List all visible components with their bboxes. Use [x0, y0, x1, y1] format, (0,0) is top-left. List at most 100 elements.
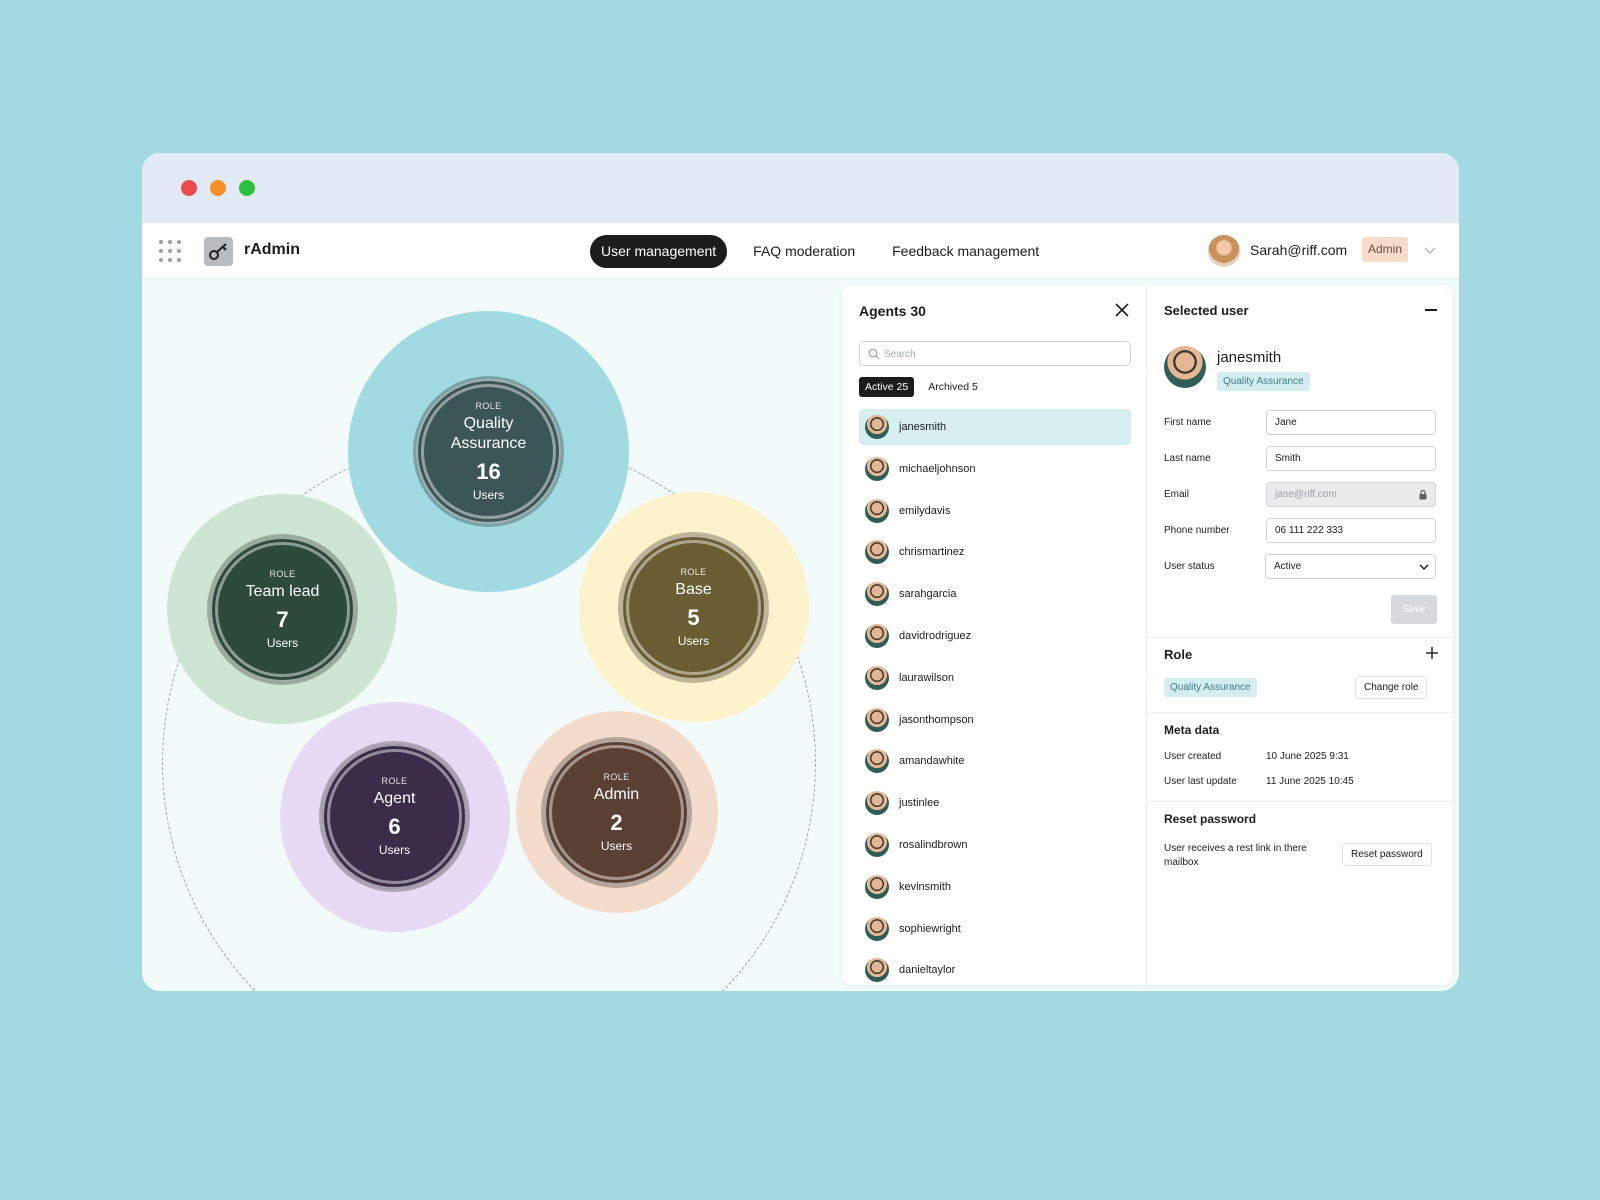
save-button[interactable]: Save — [1391, 595, 1437, 624]
last-name-field[interactable]: Smith — [1266, 446, 1436, 471]
agent-username: chrismartinez — [899, 546, 965, 559]
agent-list-item[interactable]: sarahgarcia — [859, 576, 1131, 612]
tab-feedback-management[interactable]: Feedback management — [881, 235, 1050, 268]
agent-avatar — [865, 749, 889, 774]
agents-list-panel: Agents 30 Active 25 Archived 5 janesmith… — [842, 285, 1147, 985]
first-name-label: First name — [1164, 417, 1212, 428]
agent-avatar — [865, 958, 889, 983]
agent-username: jasonthompson — [899, 713, 974, 726]
user-status-select[interactable]: Active — [1265, 554, 1436, 579]
selected-username: janesmith — [1217, 349, 1282, 366]
agent-username: sarahgarcia — [899, 588, 957, 601]
agents-title: Agents 30 — [859, 303, 926, 319]
app-window: rAdmin User management FAQ moderation Fe… — [142, 153, 1459, 991]
agent-avatar — [865, 874, 889, 899]
agent-list-item[interactable]: chrismartinez — [859, 534, 1131, 570]
agent-list-item[interactable]: davidrodriguez — [859, 618, 1131, 654]
agent-username: justinlee — [899, 797, 940, 810]
roles-graph: ROLE Quality Assurance 16 Users ROLE Tea… — [142, 279, 832, 991]
close-icon[interactable] — [1114, 302, 1130, 318]
role-label: ROLE — [269, 569, 296, 579]
reset-password-title: Reset password — [1164, 812, 1257, 826]
apps-grid-icon[interactable] — [159, 240, 181, 262]
agent-username: kevinsmith — [899, 880, 951, 893]
agent-avatar — [865, 582, 889, 607]
agent-avatar — [865, 540, 889, 565]
agent-username: janesmith — [899, 421, 947, 433]
agent-list: janesmith michaeljohnson emilydavis chrisma… — [859, 409, 1131, 985]
agent-username: michaeljohnson — [899, 462, 976, 475]
chevron-down-icon — [1419, 564, 1429, 570]
agent-list-item[interactable]: michaeljohnson — [859, 451, 1131, 487]
agent-list-item[interactable]: janesmith — [859, 409, 1131, 445]
agent-list-item[interactable]: laurawilson — [859, 660, 1131, 696]
agent-avatar — [865, 456, 889, 481]
collapse-minus-icon[interactable] — [1425, 309, 1437, 311]
tab-faq-moderation[interactable]: FAQ moderation — [742, 235, 866, 268]
agent-avatar — [865, 916, 889, 941]
top-navigation: rAdmin User management FAQ moderation Fe… — [142, 223, 1459, 279]
role-core-agent[interactable]: ROLE Agent 6 Users — [322, 744, 467, 889]
agent-avatar — [865, 415, 889, 439]
agent-username: danieltaylor — [899, 964, 956, 977]
role-core-base[interactable]: ROLE Base 5 Users — [621, 535, 766, 680]
agent-list-item[interactable]: sophiewright — [859, 911, 1131, 947]
agent-username: laurawilson — [899, 671, 955, 684]
close-window-button[interactable] — [181, 180, 197, 196]
users-panel: Agents 30 Active 25 Archived 5 janesmith… — [842, 285, 1453, 985]
section-divider — [1148, 712, 1453, 713]
role-core-admin[interactable]: ROLE Admin 2 Users — [544, 740, 689, 885]
role-label: ROLE — [381, 776, 408, 786]
last-name-label: Last name — [1164, 453, 1211, 464]
agent-avatar — [865, 665, 889, 690]
filter-active[interactable]: Active 25 — [859, 377, 915, 397]
change-role-button[interactable]: Change role — [1355, 676, 1428, 699]
main-tabs: User management FAQ moderation Feedback … — [590, 235, 1065, 268]
agent-list-item[interactable]: rosalindbrown — [859, 827, 1131, 863]
chevron-down-icon[interactable] — [1423, 243, 1437, 257]
account-email[interactable]: Sarah@riff.com — [1250, 242, 1347, 258]
window-titlebar — [142, 153, 1459, 223]
agent-list-item[interactable]: amandawhite — [859, 743, 1131, 779]
user-created-value: 10 June 2025 9:31 — [1266, 751, 1349, 762]
agent-username: amandawhite — [899, 755, 965, 768]
user-last-update-value: 11 June 2025 10:45 — [1266, 776, 1354, 787]
search-input[interactable] — [884, 345, 1124, 363]
selected-user-panel: Selected user janesmith Quality Assuranc… — [1148, 285, 1453, 985]
agent-avatar — [865, 498, 889, 523]
key-logo-icon — [204, 237, 233, 266]
lock-icon — [1419, 490, 1427, 500]
assigned-role-tag: Quality Assurance — [1164, 678, 1257, 697]
reset-password-button[interactable]: Reset password — [1342, 843, 1432, 866]
user-last-update-label: User last update — [1164, 776, 1237, 787]
minimize-window-button[interactable] — [210, 180, 226, 196]
role-core-team-lead[interactable]: ROLE Team lead 7 Users — [210, 537, 355, 682]
account-role-badge: Admin — [1362, 237, 1409, 262]
search-box — [859, 341, 1131, 366]
agent-list-item[interactable]: danieltaylor — [859, 952, 1131, 985]
filter-archived[interactable]: Archived 5 — [922, 377, 984, 397]
section-divider — [1148, 801, 1453, 802]
phone-field[interactable]: 06 111 222 333 — [1266, 518, 1436, 543]
agent-username: sophiewright — [899, 922, 961, 935]
role-label: ROLE — [680, 567, 707, 577]
agent-list-item[interactable]: jasonthompson — [859, 702, 1131, 738]
account-avatar[interactable] — [1208, 235, 1240, 267]
role-core-quality-assurance[interactable]: ROLE Quality Assurance 16 Users — [416, 379, 561, 524]
selected-user-avatar — [1164, 346, 1206, 388]
email-label: Email — [1164, 489, 1190, 500]
agent-avatar — [865, 832, 889, 857]
agent-list-item[interactable]: kevinsmith — [859, 869, 1131, 905]
add-role-plus-icon[interactable] — [1426, 647, 1438, 659]
agent-list-item[interactable]: emilydavis — [859, 493, 1131, 529]
first-name-field[interactable]: Jane — [1266, 410, 1436, 435]
section-divider — [1148, 637, 1453, 638]
tab-user-management[interactable]: User management — [590, 235, 728, 268]
role-section-title: Role — [1164, 647, 1193, 662]
agent-avatar — [865, 791, 889, 816]
maximize-window-button[interactable] — [239, 180, 255, 196]
agent-list-item[interactable]: justinlee — [859, 785, 1131, 821]
phone-label: Phone number — [1164, 525, 1230, 536]
agent-username: emilydavis — [899, 504, 951, 517]
search-icon — [868, 348, 880, 360]
